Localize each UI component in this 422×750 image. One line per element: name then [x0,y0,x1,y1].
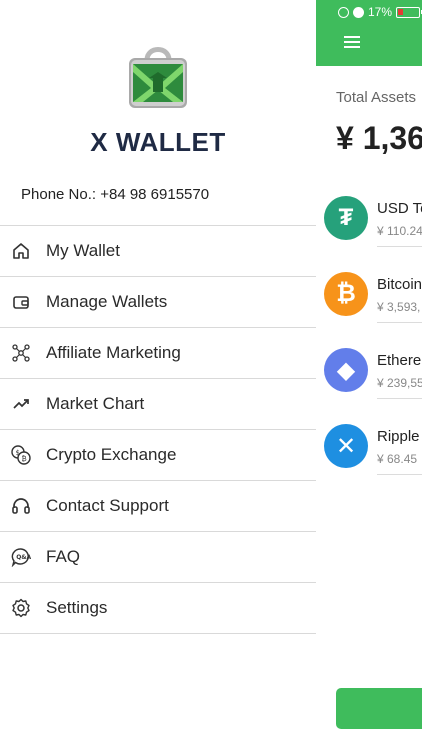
asset-fiat-value: ¥ 68.45 [377,452,418,466]
menu-item-manage-wallets[interactable]: Manage Wallets [0,277,316,328]
primary-action-button[interactable] [336,688,422,729]
menu-item-market-chart[interactable]: Market Chart [0,379,316,430]
bitcoin-icon: ₿ [324,272,368,316]
asset-name: Ethere [377,352,422,369]
svg-text:₿: ₿ [22,455,27,463]
asset-name: Ripple [377,428,420,445]
trending-up-icon [10,393,32,415]
menu-label: FAQ [46,547,81,566]
menu-item-crypto-exchange[interactable]: $ ₿ Crypto Exchange [0,430,316,481]
svg-text:$: $ [16,449,20,457]
location-status-icon [337,6,349,18]
divider [377,398,422,399]
menu-item-affiliate-marketing[interactable]: Affiliate Marketing [0,328,316,379]
headset-icon [10,495,32,517]
alarm-status-icon [352,6,364,18]
menu-item-faq[interactable]: Q&A FAQ [0,532,316,583]
divider [377,322,422,323]
asset-fiat-value: ¥ 239,55 [377,376,422,390]
battery-icon [396,6,422,18]
status-bar: 17% [337,3,422,21]
coins-exchange-icon: $ ₿ [10,444,32,466]
menu-label: Manage Wallets [46,292,168,311]
battery-percentage: 17% [367,5,392,19]
menu-item-settings[interactable]: Settings [0,583,316,634]
main-panel: 17% Total Assets ¥ 1,36 ₮ USD Te ¥ 110.2… [316,0,422,750]
menu-label: Affiliate Marketing [46,343,181,362]
qa-chat-icon: Q&A [10,546,32,568]
navigation-drawer: X WALLET Phone No.: +84 98 6915570 My Wa… [0,0,316,750]
menu-label: My Wallet [46,241,120,260]
menu-label: Contact Support [46,496,169,515]
divider [377,474,422,475]
menu-label: Settings [46,598,108,617]
divider [377,246,422,247]
asset-row-bitcoin[interactable]: ₿ Bitcoin ¥ 3,593, [324,272,422,332]
drawer-menu: My Wallet Manage Wallets Affiliate Marke… [0,225,316,634]
total-assets-label: Total Assets [336,89,417,106]
home-icon [10,240,32,262]
asset-row-ethereum[interactable]: ◆ Ethere ¥ 239,55 [324,348,422,408]
svg-text:Q&A: Q&A [16,554,31,561]
asset-name: USD Te [377,200,422,217]
asset-fiat-value: ¥ 3,593, [377,300,421,314]
menu-item-my-wallet[interactable]: My Wallet [0,226,316,277]
tether-icon: ₮ [324,196,368,240]
menu-label: Market Chart [46,394,145,413]
ethereum-icon: ◆ [324,348,368,392]
total-assets-value: ¥ 1,36 [336,120,422,156]
asset-name: Bitcoin [377,276,422,293]
wallet-icon [10,291,32,313]
gear-icon [10,597,32,619]
menu-label: Crypto Exchange [46,445,177,464]
app-header: 17% [316,0,422,66]
affiliate-network-icon [10,342,32,364]
app-logo [127,42,189,110]
asset-row-usdt[interactable]: ₮ USD Te ¥ 110.24 [324,196,422,256]
asset-row-ripple[interactable]: ✕ Ripple ¥ 68.45 [324,424,422,484]
phone-number: Phone No.: +84 98 6915570 [21,186,210,203]
menu-icon[interactable] [344,36,360,48]
ripple-icon: ✕ [324,424,368,468]
asset-fiat-value: ¥ 110.24 [377,224,422,238]
app-title: X WALLET [90,127,226,157]
menu-item-contact-support[interactable]: Contact Support [0,481,316,532]
